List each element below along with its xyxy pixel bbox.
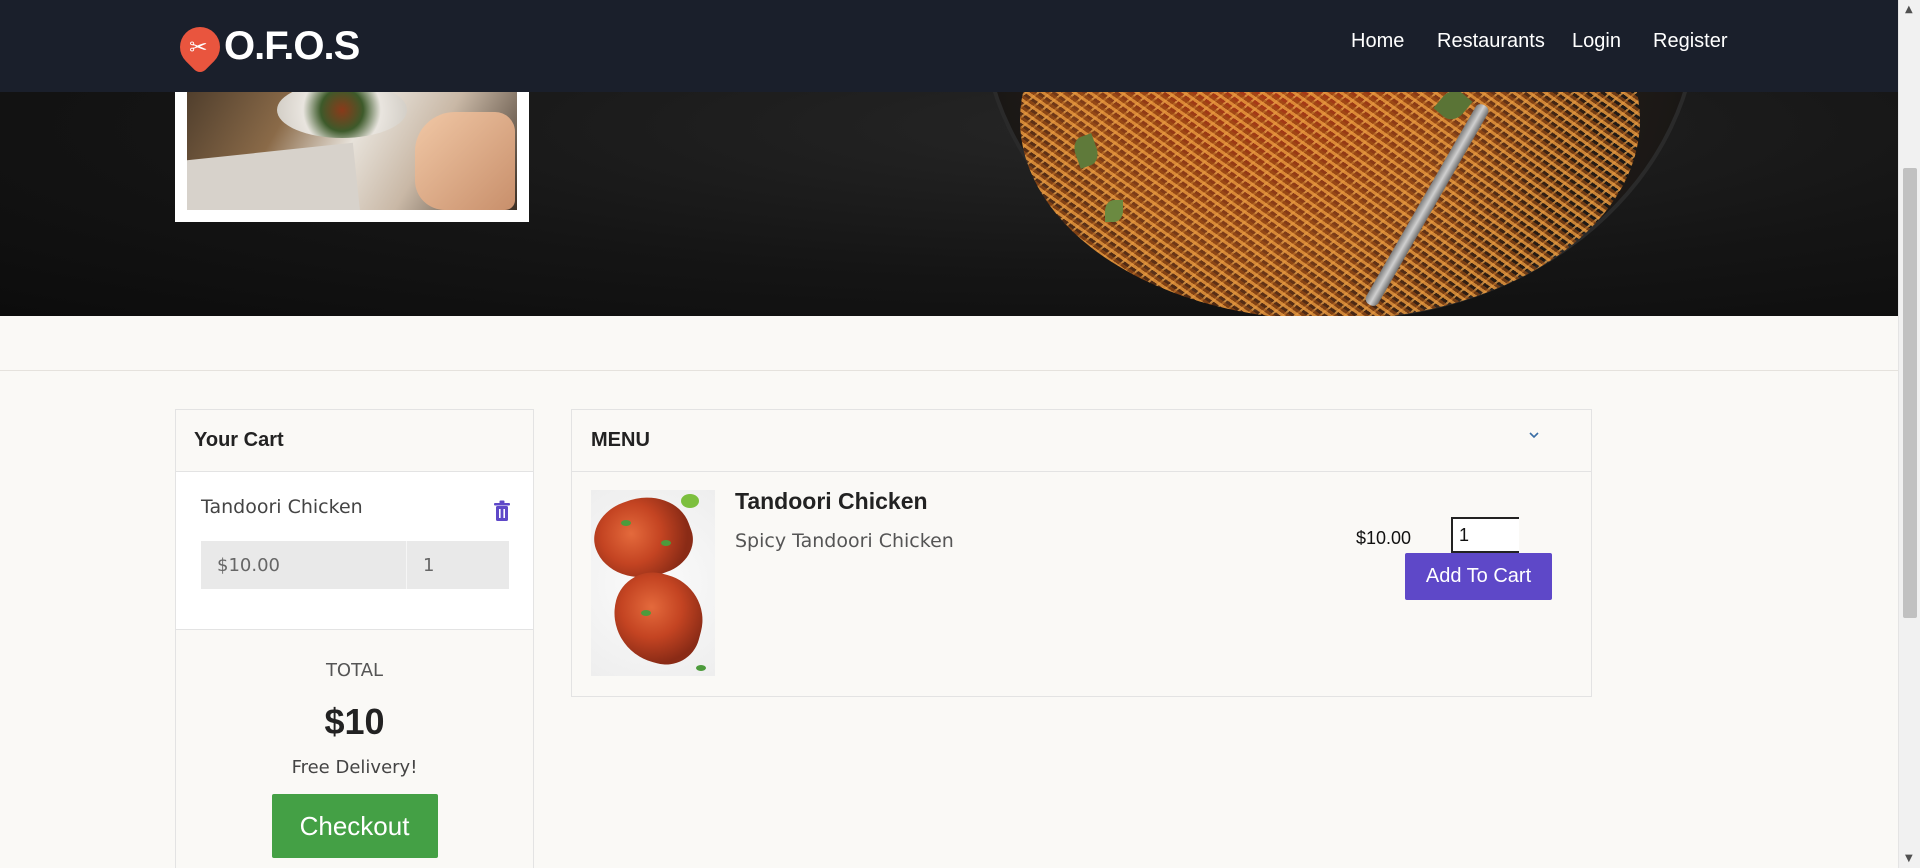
trash-icon[interactable] <box>492 500 512 522</box>
hand-shape <box>415 112 515 210</box>
section-divider <box>0 370 1898 371</box>
total-label: TOTAL <box>325 660 384 681</box>
menu-item: Tandoori Chicken Spicy Tandoori Chicken … <box>572 472 1591 696</box>
cart-title: Your Cart <box>176 410 533 472</box>
napkin-shape <box>187 142 361 210</box>
menu-header[interactable]: MENU <box>572 410 1591 472</box>
cart-item-price: $10.00 <box>201 541 407 589</box>
menu-item-description: Spicy Tandoori Chicken <box>735 530 954 552</box>
nav-restaurants-link[interactable]: Restaurants <box>1437 30 1545 53</box>
basil-leaf <box>1105 200 1123 222</box>
total-value: $10 <box>324 701 385 742</box>
nav-login-link[interactable]: Login <box>1572 30 1621 53</box>
scroll-down-arrow-icon[interactable]: ▼ <box>1905 853 1913 864</box>
menu-panel: MENU Tandoori Chicken Spicy Tandoori Chi… <box>571 409 1592 697</box>
chevron-down-icon[interactable] <box>1527 428 1541 442</box>
menu-item-price: $10.00 <box>1356 528 1412 548</box>
page: ✂ O.F.O.S Home Restaurants Login Registe… <box>0 0 1920 868</box>
quantity-input[interactable] <box>1451 517 1519 553</box>
cart-summary: TOTAL $10 Free Delivery! Checkout <box>176 660 533 858</box>
nav-register-link[interactable]: Register <box>1653 30 1727 53</box>
add-to-cart-button[interactable]: Add To Cart <box>1405 553 1552 600</box>
scroll-up-arrow-icon[interactable]: ▲ <box>1905 4 1913 15</box>
delivery-note: Free Delivery! <box>291 757 418 778</box>
cart-item-name: Tandoori Chicken <box>201 496 363 518</box>
scrollbar[interactable]: ▲ ▼ <box>1898 0 1920 868</box>
navbar: ✂ O.F.O.S Home Restaurants Login Registe… <box>0 0 1898 92</box>
menu-title: MENU <box>591 429 650 451</box>
nav-links: Home Restaurants Login Register <box>0 30 1898 60</box>
scrollbar-thumb[interactable] <box>1903 168 1917 618</box>
checkout-button[interactable]: Checkout <box>271 794 438 858</box>
nav-home-link[interactable]: Home <box>1351 30 1404 53</box>
tandoori-chicken-image <box>591 490 715 676</box>
cart-panel: Your Cart Tandoori Chicken $10.00 1 TOTA… <box>175 409 534 868</box>
cart-item-row: $10.00 1 <box>201 541 509 589</box>
menu-item-name: Tandoori Chicken <box>735 488 928 514</box>
cart-items: Tandoori Chicken $10.00 1 <box>176 472 533 630</box>
cart-item-quantity: 1 <box>423 555 435 576</box>
restaurant-image <box>187 72 517 210</box>
